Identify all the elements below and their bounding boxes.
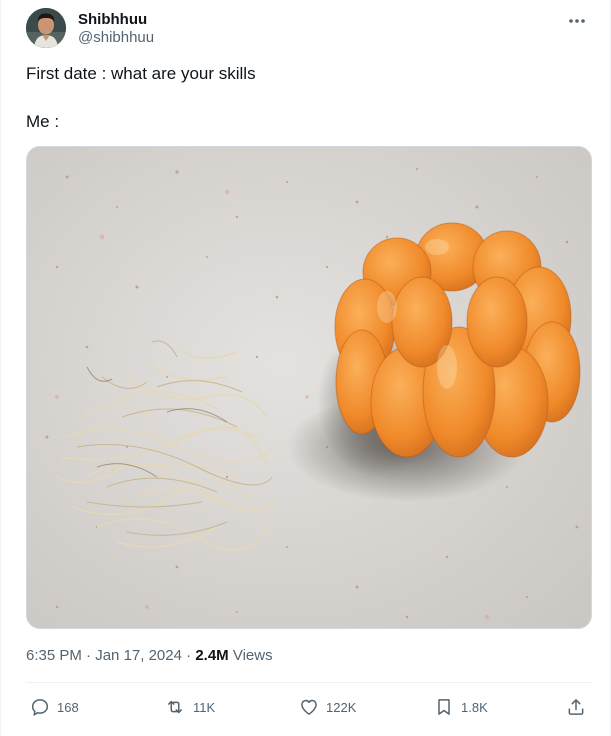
reply-icon [31,699,49,716]
divider [26,682,592,683]
tweet-image[interactable] [26,146,592,629]
meta-separator: · [86,647,92,664]
tweet-meta: 6:35 PM · Jan 17, 2024 · 2.4M Views [26,647,273,665]
tweet-text-line-2: Me : [26,112,60,131]
tweet-text: First date : what are your skills Me : [26,64,586,132]
reply-count: 168 [57,699,79,715]
tweet-text-line-1: First date : what are your skills [26,64,256,83]
share-button[interactable] [566,693,593,721]
like-button[interactable]: 122K [299,693,356,721]
like-count: 122K [326,699,357,715]
retweet-count: 11K [193,699,216,715]
bookmark-button[interactable]: 1.8K [434,693,488,721]
bookmark-icon [438,699,450,715]
tweet-time[interactable]: 6:35 PM [26,647,82,664]
tweet-header: Shibhhuu @shibhhuu [26,8,596,50]
action-bar: 168 11K 122K 1.8K [26,693,592,721]
bookmark-count: 1.8K [461,699,488,715]
author-handle[interactable]: @shibhhuu [78,29,154,47]
reply-button[interactable]: 168 [30,693,79,721]
avatar[interactable] [26,8,66,48]
more-button[interactable] [564,10,590,32]
tweet-card: Shibhhuu @shibhhuu First date : what are… [0,0,611,736]
share-icon [568,699,584,715]
views-count: 2.4M [195,647,229,664]
retweet-button[interactable]: 11K [164,693,215,721]
meta-separator: · [186,647,192,664]
retweet-icon [168,700,182,714]
views-label: Views [232,647,273,664]
author-name[interactable]: Shibhhuu [78,11,147,29]
tweet-date[interactable]: Jan 17, 2024 [95,647,182,664]
like-icon [301,699,317,715]
more-icon [569,19,585,23]
